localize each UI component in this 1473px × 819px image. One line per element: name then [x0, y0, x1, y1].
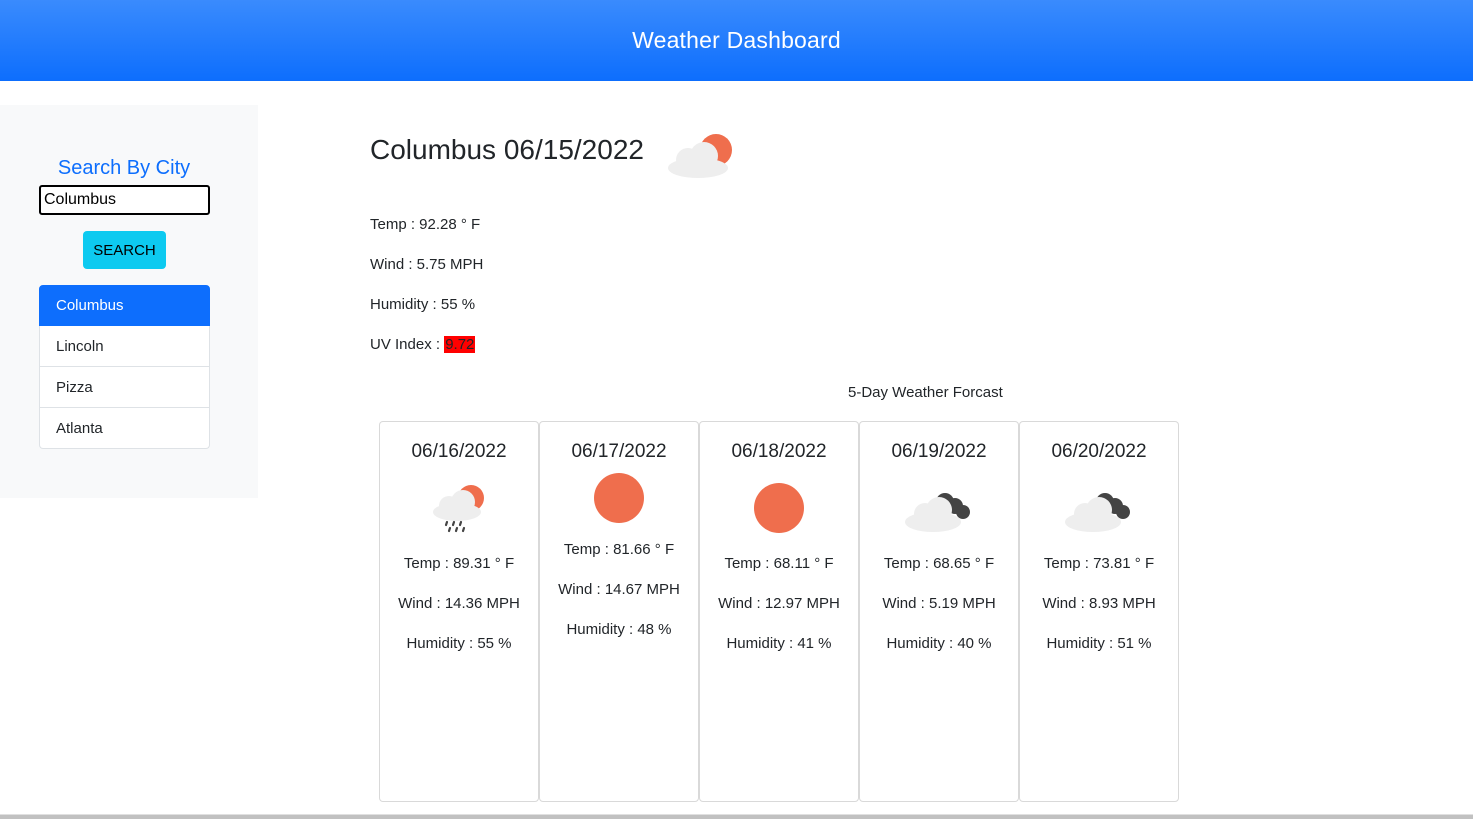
forecast-temp: Temp : 89.31 ° F	[403, 555, 515, 572]
forecast-wind: Wind : 8.93 MPH	[1042, 595, 1156, 612]
forecast-card: 06/18/2022 Temp : 68.11 ° F Wind : 12.97…	[699, 421, 859, 802]
forecast-card: 06/20/2022 Temp : 73.81 ° F Wind : 8.93 …	[1019, 421, 1179, 802]
forecast-humidity: Humidity : 41 %	[726, 635, 832, 652]
uv-index-value: 9.72	[444, 336, 476, 353]
forecast-card: 06/17/2022 Temp : 81.66 ° F Wind : 14.67…	[539, 421, 699, 802]
app-header: Weather Dashboard	[0, 0, 1473, 81]
forecast-date: 06/20/2022	[1051, 441, 1147, 462]
forecast-date: 06/17/2022	[571, 441, 667, 462]
partly-cloudy-sun-icon	[668, 134, 732, 178]
dark-clouds-icon	[1065, 493, 1130, 532]
forecast-card: 06/16/2022 Temp : 89.31 ° F Wind : 14.36…	[379, 421, 539, 802]
current-wind: Wind : 5.75 MPH	[370, 256, 484, 273]
dark-clouds-icon	[905, 493, 970, 532]
forecast-date: 06/18/2022	[731, 441, 827, 462]
forecast-cards: 06/16/2022 Temp : 89.31 ° F Wind : 14.36…	[379, 421, 1179, 802]
forecast-temp: Temp : 73.81 ° F	[1043, 555, 1155, 572]
forecast-date: 06/19/2022	[891, 441, 987, 462]
history-item-atlanta[interactable]: Atlanta	[39, 408, 210, 449]
forecast-wind: Wind : 5.19 MPH	[882, 595, 996, 612]
forecast-title: 5-Day Weather Forcast	[848, 384, 1003, 401]
history-item-columbus[interactable]: Columbus	[39, 285, 210, 326]
search-title: Search By City	[57, 157, 191, 179]
current-uv-index: UV Index : 9.72	[370, 336, 476, 353]
history-item-lincoln[interactable]: Lincoln	[39, 326, 210, 367]
forecast-wind: Wind : 12.97 MPH	[718, 595, 840, 612]
forecast-temp: Temp : 68.65 ° F	[883, 555, 995, 572]
page-title: Weather Dashboard	[632, 27, 841, 53]
forecast-temp: Temp : 81.66 ° F	[563, 541, 675, 558]
current-city-title: Columbus 06/15/2022	[370, 134, 644, 165]
forecast-humidity: Humidity : 48 %	[566, 621, 672, 638]
uv-index-label: UV Index :	[370, 336, 445, 353]
forecast-wind: Wind : 14.67 MPH	[558, 581, 680, 598]
history-item-pizza[interactable]: Pizza	[39, 367, 210, 408]
horizontal-scrollbar[interactable]	[0, 814, 1473, 819]
search-button[interactable]: SEARCH	[83, 231, 166, 269]
forecast-humidity: Humidity : 40 %	[886, 635, 992, 652]
forecast-humidity: Humidity : 55 %	[406, 635, 512, 652]
rain-sun-cloud-icon	[433, 485, 484, 533]
city-search-input[interactable]	[39, 185, 210, 215]
sun-icon	[594, 473, 644, 523]
current-temp: Temp : 92.28 ° F	[370, 216, 481, 233]
forecast-date: 06/16/2022	[411, 441, 507, 462]
forecast-temp: Temp : 68.11 ° F	[724, 555, 834, 572]
search-sidebar: Search By City SEARCH Columbus Lincoln P…	[0, 105, 258, 498]
forecast-card: 06/19/2022 Temp : 68.65 ° F Wind : 5.19 …	[859, 421, 1019, 802]
forecast-humidity: Humidity : 51 %	[1046, 635, 1152, 652]
search-history-list: Columbus Lincoln Pizza Atlanta	[39, 285, 210, 449]
forecast-wind: Wind : 14.36 MPH	[398, 595, 520, 612]
sun-icon	[754, 483, 804, 533]
current-humidity: Humidity : 55 %	[370, 296, 476, 313]
